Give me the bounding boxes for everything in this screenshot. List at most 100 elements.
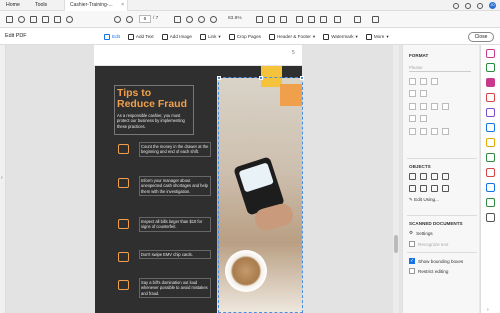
redact-icon[interactable] [486,168,495,177]
arrange-icon[interactable] [442,173,449,180]
upload-icon[interactable] [30,16,37,23]
search-icon[interactable] [66,16,73,23]
underline-icon[interactable] [431,128,438,135]
font-size-icon[interactable] [409,78,416,85]
cashier-photo[interactable] [217,78,302,313]
vertical-scrollbar[interactable] [393,45,399,313]
edit-pdf-icon[interactable] [486,78,495,87]
zoom-level[interactable]: 83.8% [228,15,250,23]
organize-pages-icon[interactable] [486,138,495,147]
flip-horizontal-icon[interactable] [420,173,427,180]
yellow-accent-square[interactable] [261,66,282,87]
expand-left-panel-icon[interactable]: › [1,175,3,181]
tab-document[interactable]: Cashier-Training-... × [64,0,128,11]
zoom-out-icon[interactable] [198,16,205,23]
font-color-icon[interactable] [420,78,427,85]
rotate-icon[interactable] [268,16,275,23]
edit-tool-watermark[interactable]: Watermark ▾ [323,33,358,40]
more-tools-icon[interactable] [486,213,495,222]
align-right-icon[interactable] [431,103,438,110]
highlight-icon[interactable] [296,16,303,23]
edit-tool-more[interactable]: More ▾ [365,33,389,40]
show-bounding-boxes-checkbox[interactable]: ✓ [409,258,415,264]
combine-files-icon[interactable] [486,63,495,72]
tab-tools[interactable]: Tools [35,0,47,11]
rotate-right-icon[interactable] [420,185,427,192]
select-tool-icon[interactable] [174,16,181,23]
protect-icon[interactable] [486,183,495,192]
hand-tool-icon[interactable] [186,16,193,23]
draw-icon[interactable] [308,16,315,23]
register-icon[interactable] [118,178,129,188]
flip-vertical-icon[interactable] [409,173,416,180]
paragraph-spacing-icon[interactable] [420,115,427,122]
close-tab-icon[interactable]: × [121,0,124,11]
italic-icon[interactable] [420,128,427,135]
tip-text[interactable]: Say a bill's domination out loud wheneve… [139,278,211,299]
title-text-block[interactable]: Tips to Reduce Fraud As a responsible ca… [114,85,194,135]
fit-page-icon[interactable] [256,16,263,23]
tip-text[interactable]: Inform your manager about unexpected cas… [139,176,211,197]
optimize-icon[interactable] [486,198,495,207]
align-left-icon[interactable] [409,103,416,110]
create-pdf-icon[interactable] [486,49,495,58]
comment-icon[interactable] [280,16,287,23]
edit-tool-add-image[interactable]: Add Image [161,33,192,40]
pdf-page[interactable]: Tips to Reduce Fraud As a responsible ca… [95,66,302,313]
page-number-input[interactable]: 6 [139,15,151,23]
tab-home[interactable]: Home [6,0,20,11]
card-icon[interactable] [118,252,129,262]
save-icon[interactable] [6,16,13,23]
edit-tool-header-footer[interactable]: Header & Footer ▾ [268,33,315,40]
align-justify-icon[interactable] [442,103,449,110]
tip-text[interactable]: Don't swipe EMV chip cards. [139,250,211,260]
crop-image-icon[interactable] [431,173,438,180]
magnifier-icon[interactable] [118,219,129,229]
restrict-editing-option[interactable]: Restrict editing [409,268,448,274]
fill-sign-icon[interactable] [486,108,495,117]
recognize-text-checkbox[interactable] [409,241,415,247]
tip-text[interactable]: Count the money in the drawer at the beg… [139,142,211,157]
edit-tool-crop-pages[interactable]: Crop Pages [228,33,261,40]
bookmark-icon[interactable] [18,16,25,23]
text-box-icon[interactable] [320,16,327,23]
notifications-icon[interactable] [465,2,471,9]
superscript-icon[interactable] [442,128,449,135]
settings-link[interactable]: ⚙ Settings [409,230,433,236]
export-pdf-icon[interactable] [486,93,495,102]
restrict-editing-checkbox[interactable] [409,268,415,274]
orange-accent-square[interactable] [280,84,302,106]
delete-icon[interactable] [354,16,361,23]
bullet-list-icon[interactable] [409,90,416,97]
apps-icon[interactable] [477,2,483,9]
tip-text[interactable]: Inspect all bills larger than $10 for si… [139,217,211,232]
edit-tool-link[interactable]: Link ▾ [199,33,221,40]
line-spacing-icon[interactable] [409,115,416,122]
scrollbar-thumb[interactable] [394,235,398,253]
align-objects-icon[interactable] [442,185,449,192]
numbered-list-icon[interactable] [420,90,427,97]
font-dropdown[interactable]: Please [409,64,471,72]
edit-tool-add-text[interactable]: Add Text [127,33,154,40]
align-center-icon[interactable] [420,103,427,110]
edit-using-dropdown[interactable]: ✎ Edit Using... [409,197,439,203]
font-style-icon[interactable] [431,78,438,85]
collapse-rail-icon[interactable]: › [487,307,489,313]
zoom-in-icon[interactable] [210,16,217,23]
stamp-icon[interactable] [334,16,341,23]
next-page-icon[interactable] [126,16,133,23]
replace-image-icon[interactable] [431,185,438,192]
cash-icon[interactable] [118,144,129,154]
comment-tool-icon[interactable] [486,123,495,132]
more-options-icon[interactable] [372,16,379,23]
rotate-left-icon[interactable] [409,185,416,192]
recognize-text-option[interactable]: Recognize text [409,241,448,247]
help-icon[interactable] [453,2,459,9]
edit-tool-edit[interactable]: Edit [104,33,120,40]
bold-icon[interactable] [409,128,416,135]
show-bounding-boxes-option[interactable]: ✓ Show bounding boxes [409,258,463,264]
scan-ocr-icon[interactable] [486,153,495,162]
prev-page-icon[interactable] [114,16,121,23]
avatar[interactable]: JD [489,2,496,9]
print-icon[interactable] [42,16,49,23]
